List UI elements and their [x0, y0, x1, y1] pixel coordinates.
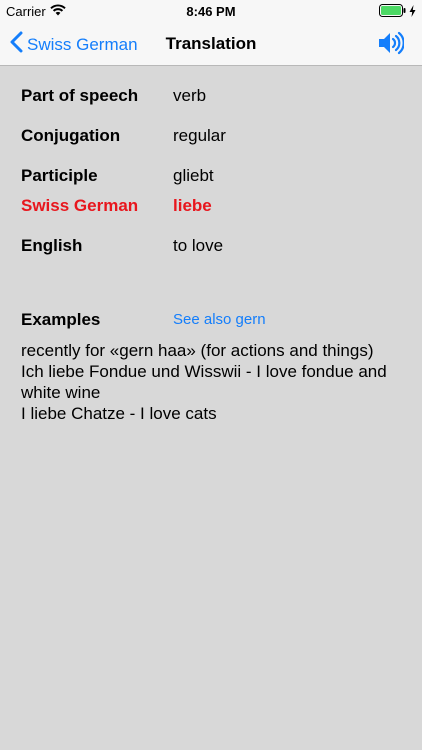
speaker-icon [378, 31, 405, 59]
english-label: English [21, 236, 83, 255]
participle-label: Participle [21, 166, 98, 185]
status-bar: Carrier 8:46 PM [0, 0, 422, 22]
battery-icon [379, 4, 406, 20]
see-also-link[interactable]: See also gern [173, 311, 266, 328]
examples-label: Examples [21, 310, 101, 329]
page-title: Translation [0, 34, 422, 54]
example-line: I liebe Chatze - I love cats [21, 404, 217, 423]
speaker-button[interactable] [378, 31, 405, 60]
example-line: recently for «gern haa» (for actions and… [21, 341, 374, 360]
examples-text: recently for «gern haa» (for actions and… [21, 340, 411, 424]
conjugation-label: Conjugation [21, 126, 121, 145]
english-value: to love [173, 236, 224, 255]
conjugation-value: regular [173, 126, 226, 145]
swiss-german-label: Swiss German [21, 196, 139, 215]
status-time: 8:46 PM [186, 4, 236, 19]
navigation-bar: Swiss German Translation [0, 22, 422, 66]
example-line: Ich liebe Fondue und Wisswii - I love fo… [21, 362, 387, 402]
participle-value: gliebt [173, 166, 214, 185]
swiss-german-value: liebe [173, 196, 212, 215]
part-of-speech-label: Part of speech [21, 86, 139, 105]
part-of-speech-value: verb [173, 86, 207, 105]
charging-bolt-icon [409, 4, 416, 20]
page-title-text: Translation [165, 34, 257, 53]
status-right [379, 4, 416, 20]
